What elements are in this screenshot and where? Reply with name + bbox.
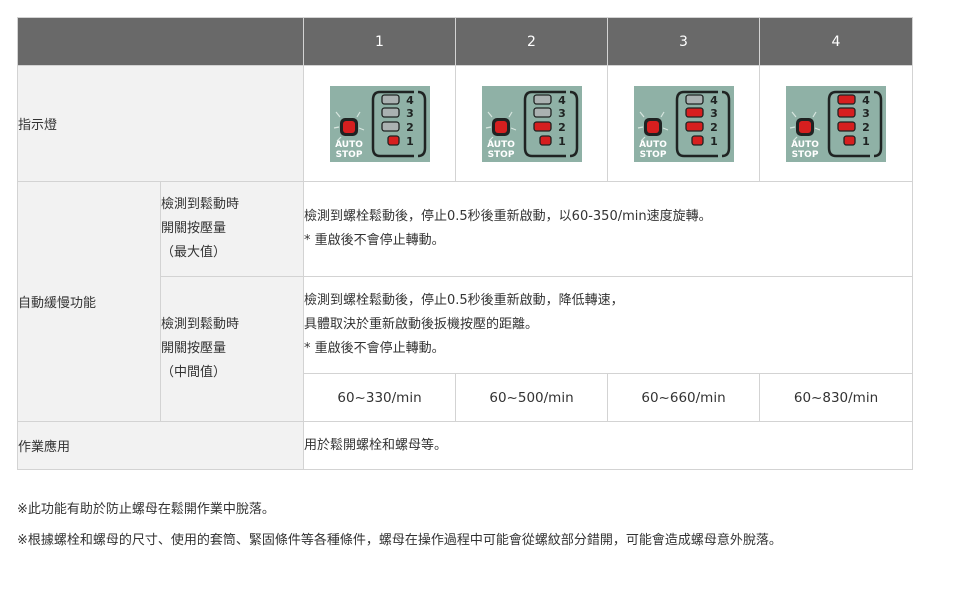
level-number: 4	[558, 94, 566, 107]
application-desc: 用於鬆開螺栓和螺母等。	[303, 421, 913, 470]
footnotes: ※此功能有助於防止螺母在鬆開作業中脫落。 ※根據螺栓和螺母的尺寸、使用的套筒、緊…	[17, 494, 782, 556]
header-level-1: 1	[303, 17, 456, 66]
speed-level-3: 60~660/min	[607, 373, 760, 422]
mid-desc-line: 檢測到螺栓鬆動後，停止0.5秒後重新啟動，降低轉速，	[304, 293, 624, 308]
indicator-lamp-icon: AUTOSTOP 4321	[481, 85, 582, 162]
level-bar-2	[380, 120, 400, 132]
level-number: 3	[710, 107, 718, 120]
level-bar-1	[843, 134, 856, 146]
level-number: 1	[862, 135, 870, 148]
speed-level-2: 60~500/min	[455, 373, 608, 422]
auto-label: AUTO	[639, 140, 667, 150]
level-bar-3	[532, 106, 552, 118]
auto-stop-lamp-light	[342, 120, 355, 133]
mid-press-label: 檢測到鬆動時 開關按壓量 （中間值）	[160, 276, 304, 422]
application-label: 作業應用	[17, 421, 304, 470]
stop-label: STOP	[487, 150, 514, 160]
level-number: 2	[558, 121, 566, 134]
level-bar-2	[532, 120, 552, 132]
header-row: 1 2 3 4	[17, 17, 913, 66]
level-bar-4	[837, 93, 856, 105]
indicator-lamp-icon: AUTOSTOP 4321	[329, 85, 430, 162]
mid-press-desc: 檢測到螺栓鬆動後，停止0.5秒後重新啟動，降低轉速， 具體取決於重新啟動後扳機按…	[303, 276, 913, 374]
footnote: ※此功能有助於防止螺母在鬆開作業中脫落。	[17, 502, 275, 517]
level-bar-1	[538, 134, 552, 146]
mid-press-line: （中間值）	[161, 365, 227, 380]
level-bar-2	[684, 120, 704, 132]
level-number: 2	[862, 121, 870, 134]
auto-stop-lamp-light	[799, 120, 811, 133]
level-number: 1	[406, 135, 414, 148]
mid-desc-line: 具體取決於重新啟動後扳機按壓的距離。	[304, 317, 539, 332]
speed-level-1: 60~330/min	[303, 373, 456, 422]
max-press-line: 檢測到鬆動時	[161, 197, 240, 212]
header-level-4: 4	[759, 17, 913, 66]
level-bar-4	[532, 93, 552, 105]
level-number: 3	[862, 107, 870, 120]
mid-desc-line: * 重啟後不會停止轉動。	[304, 341, 445, 356]
level-bar-3	[684, 106, 704, 118]
stop-label: STOP	[335, 150, 362, 160]
header-level-3: 3	[607, 17, 760, 66]
auto-slow-max-row: 自動緩慢功能 檢測到鬆動時 開關按壓量 （最大值） 檢測到螺栓鬆動後，停止0.5…	[17, 181, 913, 422]
mid-press-line: 檢測到鬆動時	[161, 317, 240, 332]
level-bar-4	[684, 93, 704, 105]
footnote: ※根據螺栓和螺母的尺寸、使用的套筒、緊固條件等各種條件，螺母在操作過程中可能會從…	[17, 533, 782, 548]
level-bar-4	[380, 93, 400, 105]
max-press-desc: 檢測到螺栓鬆動後，停止0.5秒後重新啟動，以60-350/min速度旋轉。 * …	[303, 181, 913, 277]
indicator-row: 指示燈 AUTO STOP 4 3 2 1 AUTO STOP 4 3 2 1 AUTO STOP 4 3…	[17, 65, 913, 182]
auto-stop-lamp-light	[494, 120, 507, 133]
header-level-2: 2	[455, 17, 608, 66]
level-number: 3	[406, 107, 414, 120]
max-press-label: 檢測到鬆動時 開關按壓量 （最大值）	[160, 181, 304, 277]
auto-slow-label: 自動緩慢功能	[17, 181, 161, 422]
indicator-cell-2: AUTO STOP 4 3 2 1	[455, 65, 608, 182]
indicator-cell-1: AUTO STOP 4 3 2 1	[303, 65, 456, 182]
spec-table: 1 2 3 4 指示燈 AUTO STOP 4 3 2 1 AUTO STOP 4 3 2 1 AU…	[17, 17, 913, 470]
page: { "header": { "col1": "1", "col2": "2", …	[0, 0, 962, 595]
indicator-label: 指示燈	[17, 65, 304, 182]
max-press-line: （最大值）	[161, 245, 227, 260]
level-number: 4	[406, 94, 414, 107]
auto-label: AUTO	[335, 140, 363, 150]
auto-label: AUTO	[791, 140, 819, 150]
indicator-lamp-icon: AUTOSTOP 4321	[786, 85, 886, 162]
auto-stop-lamp-light	[646, 120, 659, 133]
level-number: 4	[862, 94, 870, 107]
max-desc-line: * 重啟後不會停止轉動。	[304, 233, 445, 248]
level-bar-1	[690, 134, 704, 146]
indicator-cell-3: AUTO STOP 4 3 2 1	[607, 65, 760, 182]
level-number: 4	[710, 94, 718, 107]
level-number: 2	[710, 121, 718, 134]
indicator-lamp-icon: AUTOSTOP 4321	[633, 85, 734, 162]
level-number: 2	[406, 121, 414, 134]
speed-level-4: 60~830/min	[759, 373, 913, 422]
level-number: 1	[710, 135, 718, 148]
level-bar-1	[386, 134, 400, 146]
stop-label: STOP	[639, 150, 666, 160]
mid-press-line: 開關按壓量	[161, 341, 227, 356]
application-row: 作業應用 用於鬆開螺栓和螺母等。	[17, 421, 913, 470]
header-blank	[17, 17, 304, 66]
stop-label: STOP	[792, 150, 819, 160]
level-number: 1	[558, 135, 566, 148]
level-number: 3	[558, 107, 566, 120]
level-bar-2	[837, 120, 856, 132]
auto-label: AUTO	[487, 140, 515, 150]
max-press-line: 開關按壓量	[161, 221, 227, 236]
indicator-cell-4: AUTO STOP 4 3 2 1	[759, 65, 913, 182]
max-desc-line: 檢測到螺栓鬆動後，停止0.5秒後重新啟動，以60-350/min速度旋轉。	[304, 209, 712, 224]
level-bar-3	[380, 106, 400, 118]
level-bar-3	[837, 106, 856, 118]
